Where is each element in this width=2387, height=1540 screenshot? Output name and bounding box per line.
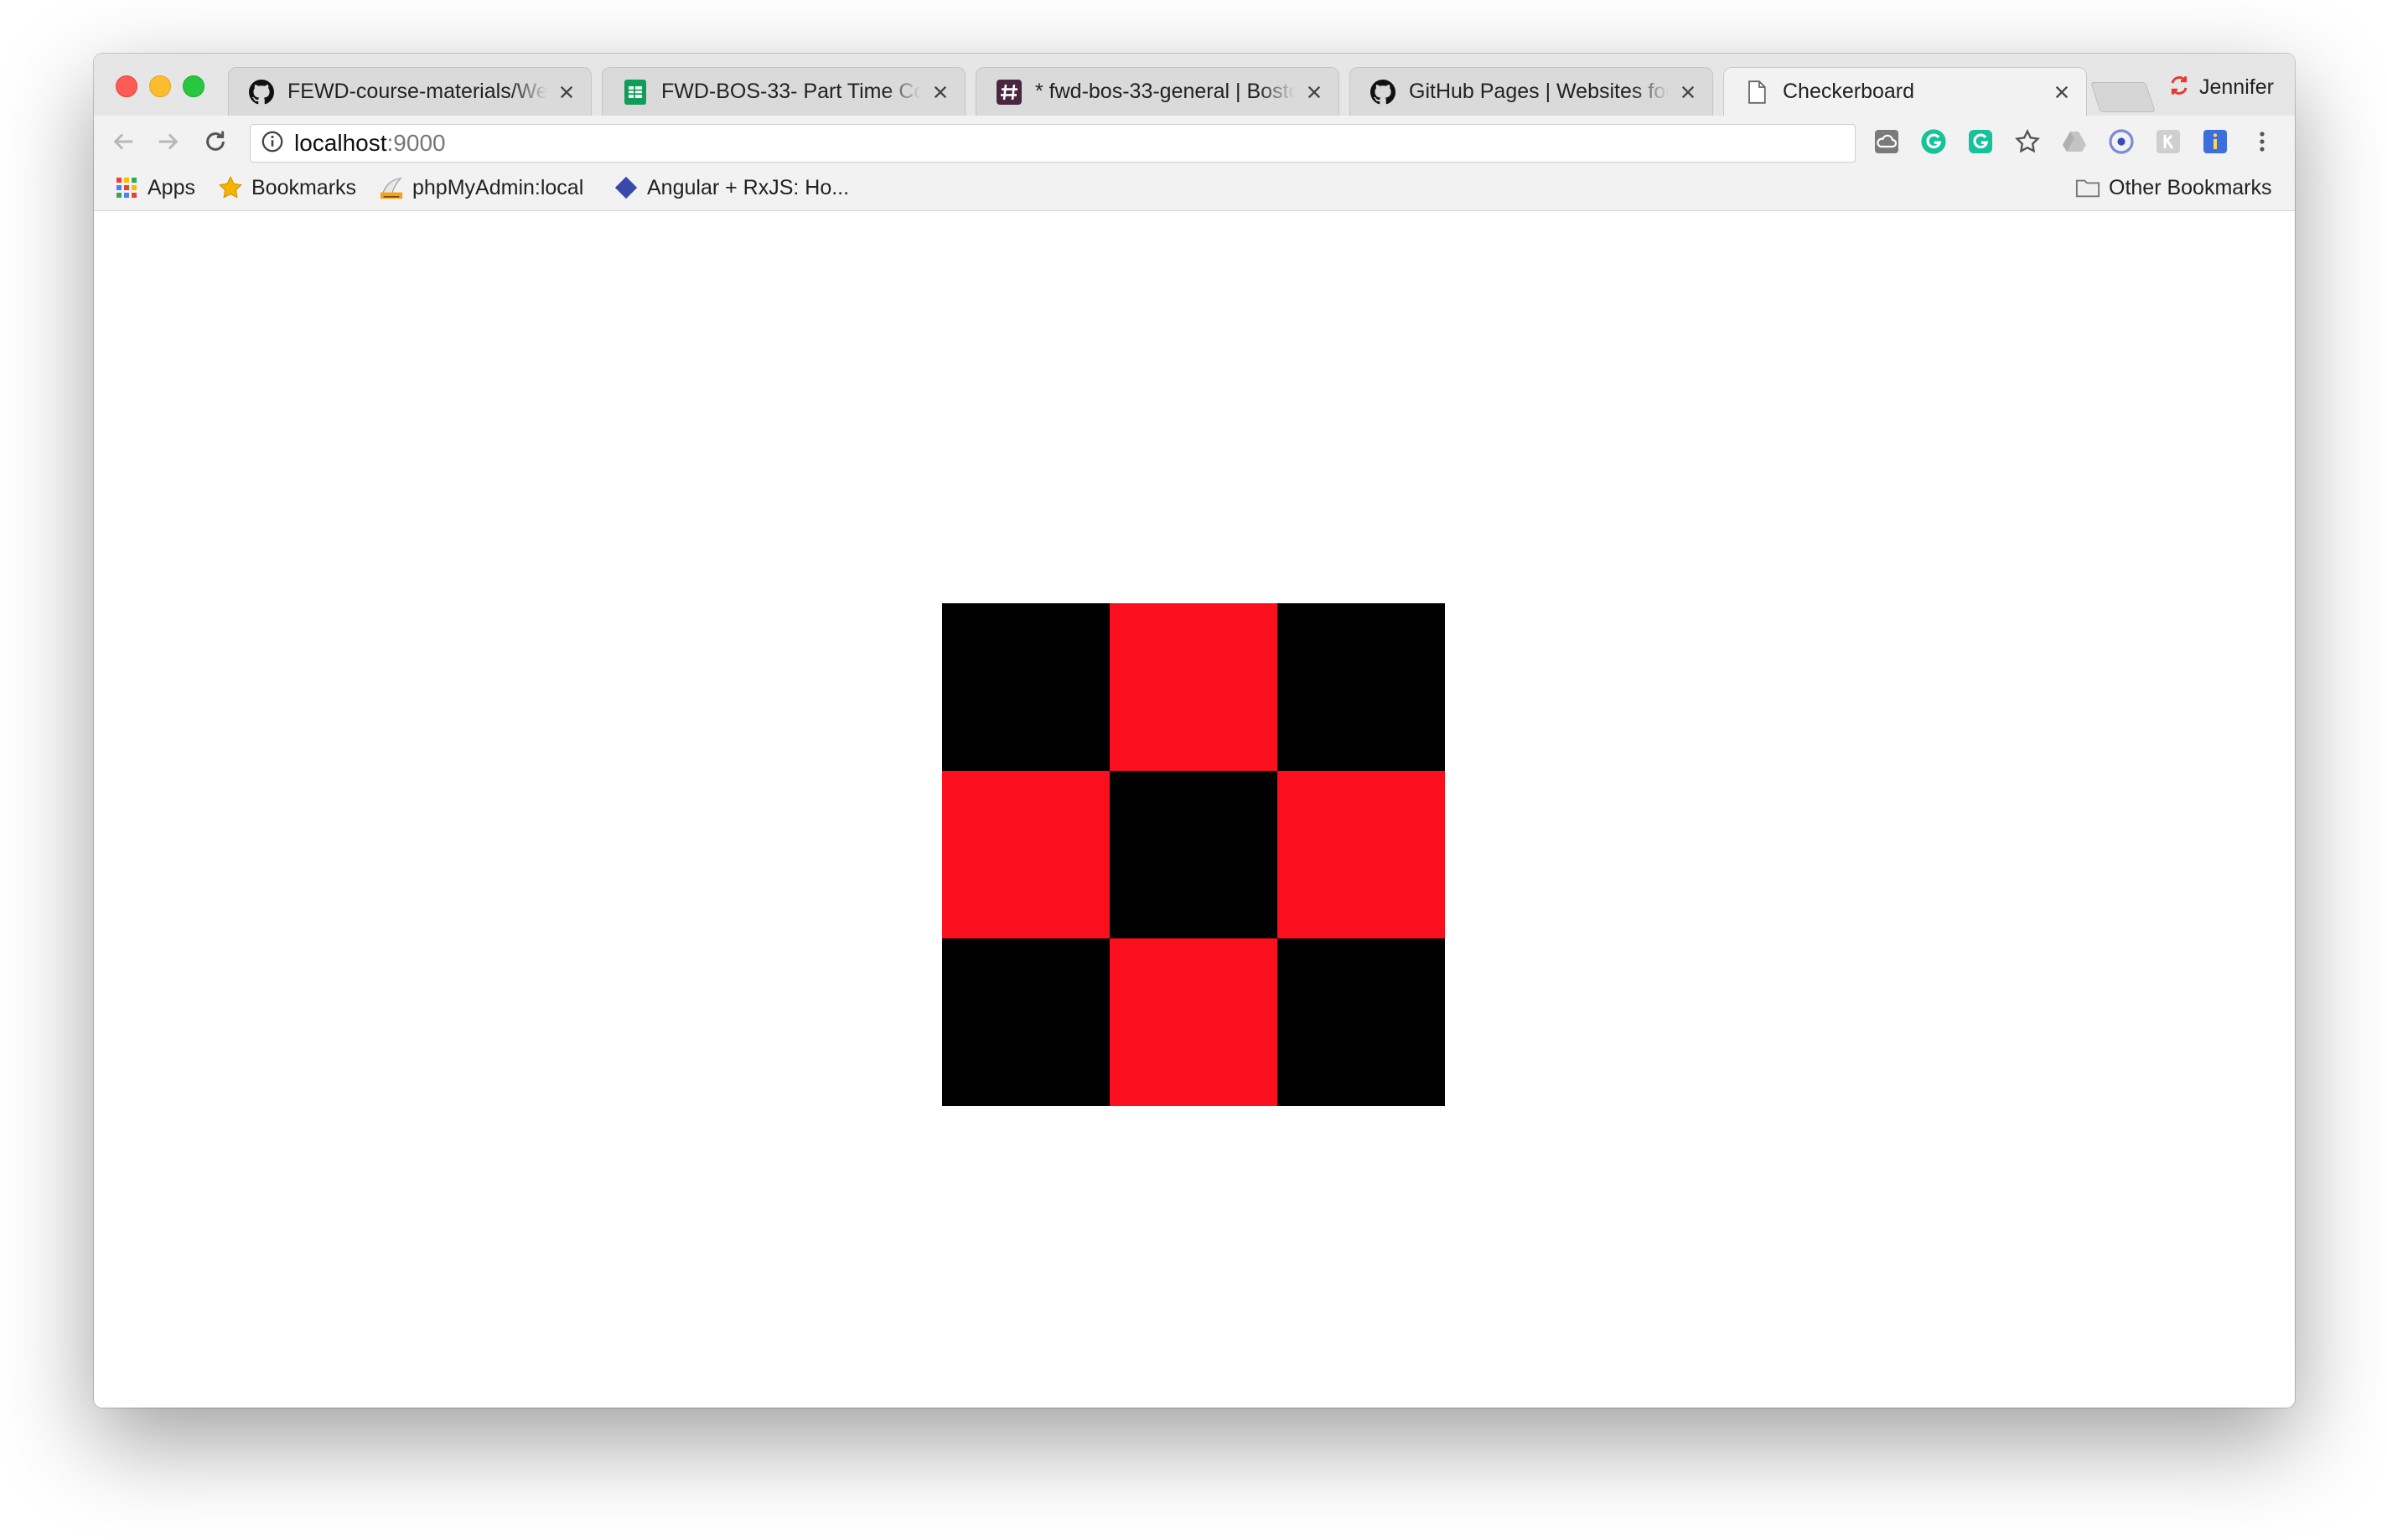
tab-github-pages[interactable]: GitHub Pages | Websites for you [1349,67,1713,116]
tab-strip: FEWD-course-materials/Week FWD-BOS-33- P… [94,54,2295,116]
url-host: localhost [294,130,387,156]
address-bar[interactable]: localhost:9000 [250,124,1856,163]
page-viewport [94,211,2295,1408]
minimize-window-button[interactable] [149,75,171,97]
sync-paused-icon [2167,74,2191,101]
github-icon [249,79,274,105]
other-bookmarks[interactable]: Other Bookmarks [2075,173,2272,203]
browser-toolbar: localhost:9000 [94,116,2295,166]
url-text: localhost:9000 [294,130,446,157]
forward-button[interactable] [154,127,183,156]
grammarly-square-icon[interactable] [1966,127,1995,156]
google-drive-icon[interactable] [2060,127,2089,156]
close-tab-icon[interactable] [556,81,577,103]
close-tab-icon[interactable] [2051,81,2073,103]
grammarly-icon[interactable] [1919,127,1948,156]
tab-title: FWD-BOS-33- Part Time Course [661,80,921,103]
bookmark-label: Bookmarks [251,175,357,199]
tab-title: GitHub Pages | Websites for you [1409,80,1669,103]
star-icon [218,175,243,200]
cloud-extension-icon[interactable] [1872,127,1901,156]
bookmark-apps[interactable]: Apps [114,173,195,203]
google-sheets-icon [623,79,648,105]
info-extension-icon[interactable] [2201,127,2229,156]
tab-fwd-bos-33-part-time[interactable]: FWD-BOS-33- Part Time Course [602,67,966,116]
menu-kebab-icon[interactable] [2248,127,2276,156]
bookmarks-bar: Apps Bookmarks phpMyAdmin:local Angular … [94,166,2295,211]
zoom-window-button[interactable] [183,75,205,97]
other-bookmarks-label: Other Bookmarks [2109,175,2272,199]
checkerboard-cell-dark [1277,938,1445,1106]
bookmark-star-icon[interactable] [2013,127,2042,156]
bookmark-label: Apps [148,175,195,199]
reload-button[interactable] [201,127,230,156]
extension-k-icon[interactable] [2154,127,2182,156]
site-info-icon[interactable] [261,130,284,158]
bookmark-phpmyadmin[interactable]: phpMyAdmin:local [379,173,583,203]
target-extension-icon[interactable] [2107,127,2136,156]
checkerboard-cell-dark [1277,603,1445,771]
checkerboard-cell-dark [942,603,1110,771]
tab-slack-general[interactable]: * fwd-bos-33-general | Boston [976,67,1339,116]
tab-checkerboard[interactable]: Checkerboard [1723,67,2087,116]
close-window-button[interactable] [116,75,137,97]
tab-title: Checkerboard [1783,80,1915,103]
checkerboard-cell-red [1277,771,1445,938]
back-button[interactable] [109,127,137,156]
checkerboard-cell-dark [942,938,1110,1106]
close-tab-icon[interactable] [929,81,951,103]
folder-icon [2075,175,2100,200]
tab-title: FEWD-course-materials/Week [287,80,547,103]
github-icon [1370,79,1395,105]
checkerboard-cell-red [1110,603,1277,771]
checkerboard-cell-red [1110,938,1277,1106]
checkerboard [942,603,1445,1106]
url-port: :9000 [386,130,446,156]
angular-diamond-icon [614,175,639,200]
close-tab-icon[interactable] [1677,81,1699,103]
new-tab-button[interactable] [2090,82,2156,112]
slack-hash-icon [997,79,1022,105]
tab-fewd-course-materials[interactable]: FEWD-course-materials/Week [228,67,592,116]
bookmark-label: Angular + RxJS: Ho... [647,175,850,199]
checkerboard-cell-dark [1110,771,1277,938]
apps-grid-icon [114,175,139,200]
bookmark-bookmarks[interactable]: Bookmarks [218,173,356,203]
bookmark-label: phpMyAdmin:local [412,175,584,199]
close-tab-icon[interactable] [1303,81,1325,103]
browser-window: FEWD-course-materials/Week FWD-BOS-33- P… [94,54,2295,1408]
bookmark-angular-rxjs[interactable]: Angular + RxJS: Ho... [614,173,849,203]
document-icon [1744,80,1769,105]
tab-title: * fwd-bos-33-general | Boston [1035,80,1295,103]
checkerboard-cell-red [942,771,1110,938]
phpmyadmin-icon [379,175,404,200]
profile-name: Jennifer [2199,75,2274,99]
profile-button[interactable]: Jennifer [2167,72,2274,102]
